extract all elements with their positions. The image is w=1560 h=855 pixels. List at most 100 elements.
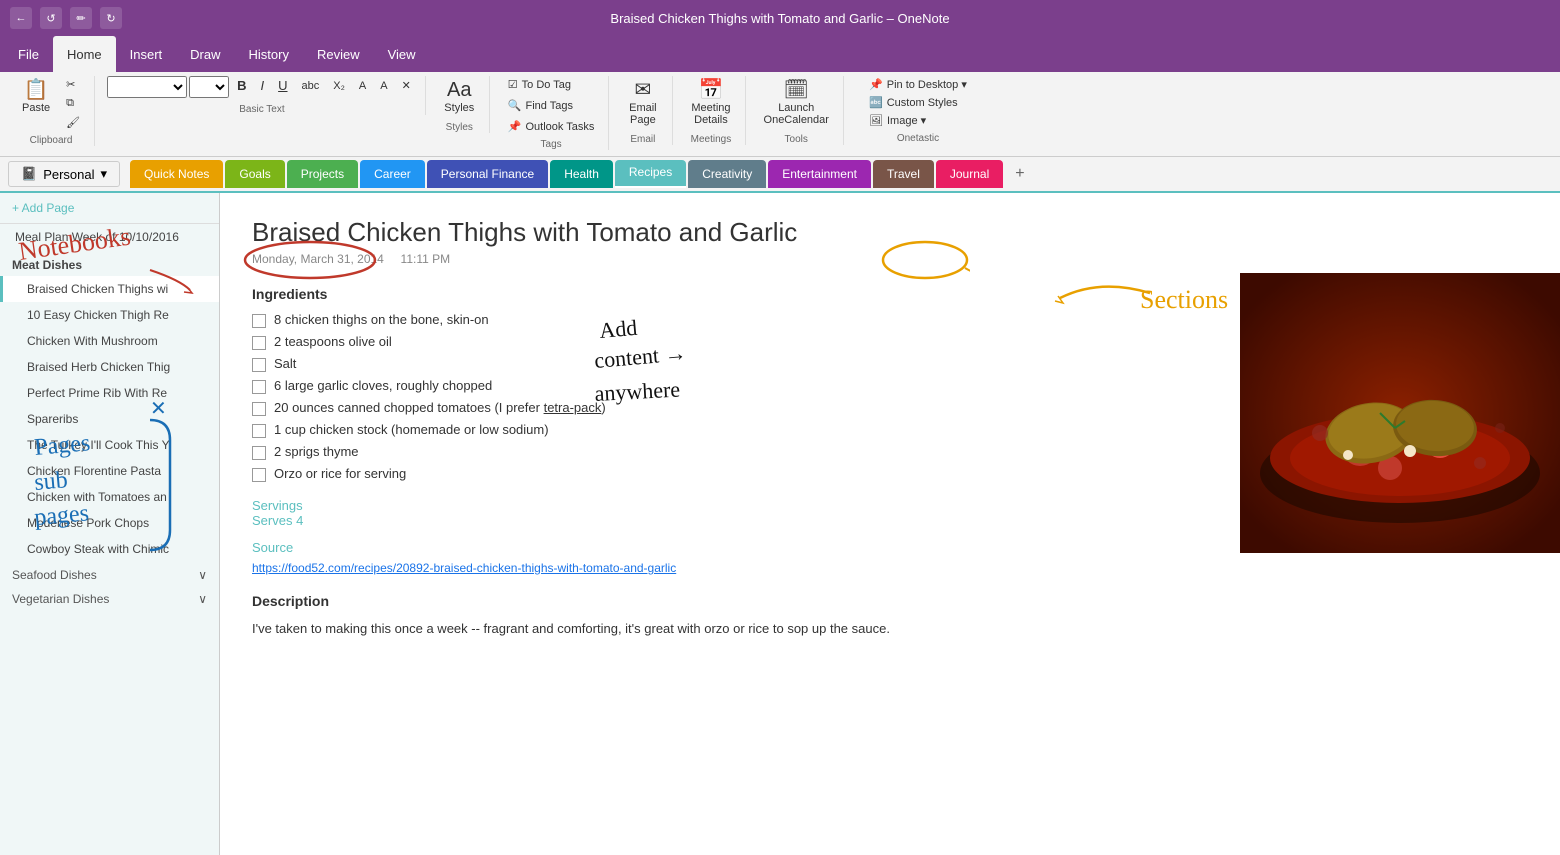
page-item-braised-herb[interactable]: Braised Herb Chicken Thig [0,354,219,380]
section-tab-career[interactable]: Career [360,160,425,188]
description-section: Description I've taken to making this on… [252,593,1528,640]
checkbox-3[interactable] [252,358,266,372]
image-icon: 🖼 [869,114,883,127]
styles-button[interactable]: Aa Styles [438,76,480,118]
clear-format-button[interactable]: ✕ [396,77,417,94]
checkbox-2[interactable] [252,336,266,350]
bold-button[interactable]: B [231,76,252,95]
page-item-braised-chicken[interactable]: Braised Chicken Thighs wi [0,276,219,302]
notebook-selector[interactable]: 📓 Personal ▾ [8,161,120,187]
outlook-tasks-button[interactable]: 📌 Outlook Tasks [502,118,601,135]
add-section-button[interactable]: + [1005,161,1034,187]
tags-label: Tags [541,139,562,150]
meeting-label: MeetingDetails [691,102,730,126]
styles-content: Aa Styles [438,76,480,118]
todo-tag-button[interactable]: ☑ To Do Tag [502,76,577,93]
cut-button[interactable]: ✂ [60,76,86,93]
menu-file[interactable]: File [4,36,53,72]
highlight-button[interactable]: A [353,78,372,94]
description-heading: Description [252,593,1528,609]
ribbon: 📋 Paste ✂ ⧉ 🖌 Clipboard [0,72,1560,157]
underline-button[interactable]: U [272,76,293,95]
page-item-cowboy-steak[interactable]: Cowboy Steak with Chimic [0,536,219,562]
launch-calendar-button[interactable]: 🗓 LaunchOneCalendar [758,76,835,130]
page-list: + Add Page Meal Plan Week of 10/10/2016 … [0,193,220,855]
calendar-label: LaunchOneCalendar [764,102,829,126]
format-painter-button[interactable]: 🖌 [60,114,86,131]
page-group-seafood[interactable]: Seafood Dishes ∨ [0,562,219,586]
font-family-select[interactable] [107,76,187,98]
styles-label: Styles [446,122,473,133]
styles-label: Styles [444,102,474,114]
notebook-chevron: ▾ [101,166,108,182]
menu-review[interactable]: Review [303,36,374,72]
section-tab-journal[interactable]: Journal [936,160,1003,188]
calendar-icon: 🗓 [784,80,809,100]
checkbox-8[interactable] [252,468,266,482]
page-item-spareribs[interactable]: Spareribs [0,406,219,432]
page-item-prime-rib[interactable]: Perfect Prime Rib With Re [0,380,219,406]
page-item-easy-chicken[interactable]: 10 Easy Chicken Thigh Re [0,302,219,328]
section-tab-projects[interactable]: Projects [287,160,358,188]
checkbox-4[interactable] [252,380,266,394]
page-item-pork-chops[interactable]: Modenese Pork Chops [0,510,219,536]
pen-button[interactable]: ✏ [70,7,92,29]
meeting-details-button[interactable]: 📅 MeetingDetails [685,76,736,130]
page-group-meat-dishes[interactable]: Meat Dishes [0,250,219,276]
section-tab-goals[interactable]: Goals [225,160,284,188]
pin-icon: 📌 [869,78,883,91]
menu-home[interactable]: Home [53,36,116,72]
menu-history[interactable]: History [235,36,303,72]
copy-button[interactable]: ⧉ [60,95,86,112]
email-page-button[interactable]: ✉ EmailPage [623,76,663,130]
source-link[interactable]: https://food52.com/recipes/20892-braised… [252,561,676,575]
email-icon: ✉ [634,80,651,100]
add-page-button[interactable]: + Add Page [0,193,219,224]
page-item-chicken-tomatoes[interactable]: Chicken with Tomatoes an [0,484,219,510]
undo-button[interactable]: ↺ [40,7,62,29]
page-item-chicken-mushroom[interactable]: Chicken With Mushroom [0,328,219,354]
custom-styles-button[interactable]: 🔤 Custom Styles [863,94,964,111]
strikethrough-button[interactable]: abc [296,78,326,94]
checkbox-5[interactable] [252,402,266,416]
font-size-select[interactable] [189,76,229,98]
subscript-button[interactable]: X₂ [327,78,351,94]
section-tab-quicknotes[interactable]: Quick Notes [130,160,223,188]
menu-insert[interactable]: Insert [116,36,177,72]
page-group-vegetarian[interactable]: Vegetarian Dishes ∨ [0,586,219,610]
font-color-button[interactable]: A [374,78,393,94]
page-item-meal-plan[interactable]: Meal Plan Week of 10/10/2016 [0,224,219,250]
email-label: Email [630,134,655,145]
note-date: Monday, March 31, 2014 11:11 PM [252,252,1528,266]
section-tab-travel[interactable]: Travel [873,160,934,188]
section-tab-creativity[interactable]: Creativity [688,160,766,188]
section-tab-entertainment[interactable]: Entertainment [768,160,871,188]
find-tags-button[interactable]: 🔍 Find Tags [502,97,579,114]
onetastic-label: Onetastic [897,133,939,144]
paste-button[interactable]: 📋 Paste [16,76,56,118]
ribbon-group-styles: Aa Styles Styles [430,76,490,133]
menu-draw[interactable]: Draw [176,36,234,72]
page-item-turkey[interactable]: The Turkey I'll Cook This Y [0,432,219,458]
ribbon-group-basic-text: B I U abc X₂ A A ✕ Basic Text [99,76,426,115]
meeting-icon: 📅 [698,80,723,100]
tools-content: 🗓 LaunchOneCalendar [758,76,835,130]
checkbox-6[interactable] [252,424,266,438]
date-value: Monday, March 31, 2014 [252,252,384,266]
menu-view[interactable]: View [374,36,430,72]
page-item-chicken-florentine[interactable]: Chicken Florentine Pasta [0,458,219,484]
redo-button[interactable]: ↻ [100,7,122,29]
menu-bar: File Home Insert Draw History Review Vie… [0,36,1560,72]
image-button[interactable]: 🖼 Image ▾ [863,112,932,129]
italic-button[interactable]: I [255,76,271,95]
section-tab-personal-finance[interactable]: Personal Finance [427,160,548,188]
back-button[interactable]: ← [10,7,32,29]
pin-desktop-button[interactable]: 📌 Pin to Desktop ▾ [863,76,973,93]
title-bar-controls[interactable]: ← ↺ ✏ ↻ [10,7,122,29]
section-tab-health[interactable]: Health [550,160,613,188]
time-value: 11:11 PM [401,252,451,266]
section-tab-recipes[interactable]: Recipes [615,160,686,188]
checkbox-7[interactable] [252,446,266,460]
tags-content: ☑ To Do Tag 🔍 Find Tags 📌 Outlook Tasks [502,76,601,135]
checkbox-1[interactable] [252,314,266,328]
